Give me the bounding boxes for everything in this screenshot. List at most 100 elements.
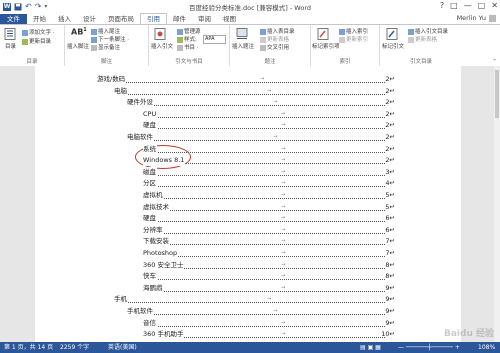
vertical-scrollbar[interactable] <box>494 66 500 342</box>
update-toc-button[interactable]: 更新目录 <box>22 37 51 45</box>
toc-entry-text: 360 安全卫士 <box>143 259 185 271</box>
insert-citation-button[interactable]: 插入引文 <box>151 42 173 50</box>
maximize-icon[interactable]: □ <box>478 1 486 10</box>
toc-entry-text: 游戏/数码 <box>97 74 127 85</box>
toc-entry[interactable]: 游戏/数码 → 2↵ <box>97 74 395 85</box>
toc-entry[interactable]: 硬件外设 → 2↵ <box>127 97 395 109</box>
toc-entry-text: 快车 <box>143 271 157 283</box>
toc-entry[interactable]: 音信 → 9↵ <box>143 317 395 329</box>
tab-arrow-icon: → <box>281 192 286 198</box>
toc-leader-dots <box>143 325 385 327</box>
toc-entry[interactable]: 手机软件 → 9↵ <box>127 306 395 317</box>
help-icon[interactable]: ? <box>440 1 444 10</box>
window-title: 百度经验分类标准.doc [兼容模式] - Word <box>188 4 312 12</box>
tab-layout[interactable]: 页面布局 <box>102 14 140 24</box>
view-buttons[interactable]: ▤ ▣ ▦ <box>360 342 381 353</box>
update-table-button[interactable]: 更新表格 <box>260 35 289 43</box>
toc-page-number: 9↵ <box>385 283 395 292</box>
toc-leader-dots <box>143 278 385 281</box>
citation-style-select[interactable]: APA <box>203 35 226 44</box>
tab-arrow-icon: → <box>281 203 286 210</box>
close-icon[interactable]: ✕ <box>491 1 498 10</box>
word-count[interactable]: 2259 个字 <box>60 342 89 353</box>
minimize-icon[interactable]: — <box>464 1 472 10</box>
tab-arrow-icon: → <box>281 168 286 175</box>
tab-view[interactable]: 视图 <box>217 14 242 24</box>
next-footnote-button[interactable]: 下一条脚注 · <box>91 35 129 43</box>
toc-entry[interactable]: 电脑 → 2↵ <box>114 85 395 97</box>
update-authorities-button[interactable]: 更新表格 <box>408 35 437 43</box>
add-text-button[interactable]: 添加文字 · <box>22 28 55 36</box>
tab-file[interactable]: 文件 <box>0 14 27 24</box>
insert-footnote-button[interactable]: 插入脚注 <box>67 42 89 50</box>
insert-index-button[interactable]: 插入索引 <box>339 27 368 35</box>
toc-entry[interactable]: 硬盘 → 2↵ <box>143 120 395 132</box>
ribbon-display-icon[interactable]: □ <box>450 1 458 10</box>
ribbon-group-footnotes: AB1 插入脚注 插入尾注 下一条脚注 · 显示备注 脚注 <box>65 25 149 66</box>
language-indicator[interactable]: 英语(美国) <box>108 342 137 353</box>
tab-arrow-icon: → <box>273 134 278 140</box>
toc-entry[interactable]: 手机 → 9↵ <box>114 294 395 306</box>
zoom-slider[interactable]: — ──────┼────── + <box>398 342 460 353</box>
customize-qat-icon[interactable]: ▾ <box>44 3 52 11</box>
tab-arrow-icon: → <box>281 122 286 129</box>
cross-reference-button[interactable]: 交叉引用 <box>260 43 289 51</box>
toc-leader-dots <box>143 127 385 130</box>
tab-arrow-icon: → <box>273 308 278 314</box>
undo-icon[interactable]: ↶ <box>25 2 32 11</box>
toc-entry[interactable]: 分辨率 → 6↵ <box>143 224 395 236</box>
tab-insert[interactable]: 插入 <box>52 14 77 24</box>
document-page[interactable]: 游戏/数码 → 2↵ 电脑 → 2↵ 硬件外设 → 2↵ CPU → 2↵ 硬盘 → 2↵ 电脑软件 → 2↵ 系统… <box>35 66 461 342</box>
toc-entry[interactable]: 硬盘 → 6↵ <box>143 213 395 225</box>
toc-entry[interactable]: Photoshop → 7↵ <box>143 248 395 259</box>
scrollbar-thumb[interactable] <box>495 70 499 118</box>
insert-table-of-authorities-button[interactable]: 插入引文目录 <box>408 27 448 35</box>
tab-arrow-icon: → <box>281 215 286 222</box>
word-logo-icon[interactable]: W <box>3 2 11 11</box>
manage-sources-button[interactable]: 管理源 <box>177 27 201 35</box>
page-count[interactable]: 第 1 页，共 14 页 <box>4 342 53 353</box>
show-notes-button[interactable]: 显示备注 <box>91 43 120 51</box>
toc-entry[interactable]: 分区 → 4↵ <box>143 178 395 190</box>
collapse-ribbon-icon[interactable]: ⌃ <box>492 59 497 65</box>
footnote-group-label: 脚注 <box>100 59 112 65</box>
insert-table-of-figures-button[interactable]: 插入表目录 <box>260 27 295 35</box>
toc-page-number: 8↵ <box>385 272 395 281</box>
toc-entry[interactable]: 磁盘 → 3↵ <box>143 166 395 178</box>
toc-entry[interactable]: Windows 8.1 → 2↵ <box>143 155 395 167</box>
insert-citation-icon <box>154 28 166 40</box>
toc-entry[interactable]: 快车 → 8↵ <box>143 271 395 283</box>
zoom-level[interactable]: 108% <box>478 342 495 353</box>
toc-entry[interactable]: CPU → 2↵ <box>143 108 395 120</box>
citation-group-label: 引文与书目 <box>175 59 203 65</box>
insert-endnote-button[interactable]: 插入尾注 <box>91 27 120 35</box>
redo-icon[interactable]: ↷ <box>35 2 42 11</box>
toc-entry[interactable]: 虚拟技术 → 5↵ <box>143 201 395 213</box>
toc-entry[interactable]: 虚拟机 → 5↵ <box>143 190 395 201</box>
mark-entry-button[interactable]: 标记索引项 <box>312 42 340 50</box>
toc-entry[interactable]: 系统 → 2↵ <box>143 143 395 155</box>
toc-leader-dots <box>143 255 385 257</box>
toc-entry[interactable]: 360 手机助手 → 10↵ <box>143 329 395 341</box>
insert-caption-button[interactable]: 插入题注 <box>232 42 254 50</box>
tab-home[interactable]: 开始 <box>27 14 52 24</box>
tab-references[interactable]: 引用 <box>140 13 167 24</box>
bibliography-button[interactable]: 书目 · <box>177 43 199 51</box>
toc-page-number: 5↵ <box>385 191 395 199</box>
update-index-button[interactable]: 更新索引 <box>339 35 368 43</box>
save-icon[interactable] <box>14 3 22 11</box>
toc-button[interactable]: 目录 <box>5 42 16 50</box>
user-account[interactable]: Merlin Yu <box>457 14 496 22</box>
tab-design[interactable]: 设计 <box>77 14 102 24</box>
toc-leader-dots <box>143 151 385 153</box>
toc-page-number: 6↵ <box>385 214 395 223</box>
toc-entry[interactable]: 海鹦鹉 → 9↵ <box>143 282 395 294</box>
mark-citation-button[interactable]: 标记引文 <box>382 42 404 50</box>
tab-review[interactable]: 审阅 <box>192 14 217 24</box>
tab-mailings[interactable]: 邮件 <box>167 14 192 24</box>
toc-leader-dots <box>114 301 385 304</box>
toc-entry[interactable]: 360 安全卫士 → 8↵ <box>143 259 395 271</box>
tab-arrow-icon: → <box>281 226 286 233</box>
toc-entry[interactable]: 下载安装 → 7↵ <box>143 236 395 248</box>
toc-entry[interactable]: 电脑软件 → 2↵ <box>127 132 395 143</box>
